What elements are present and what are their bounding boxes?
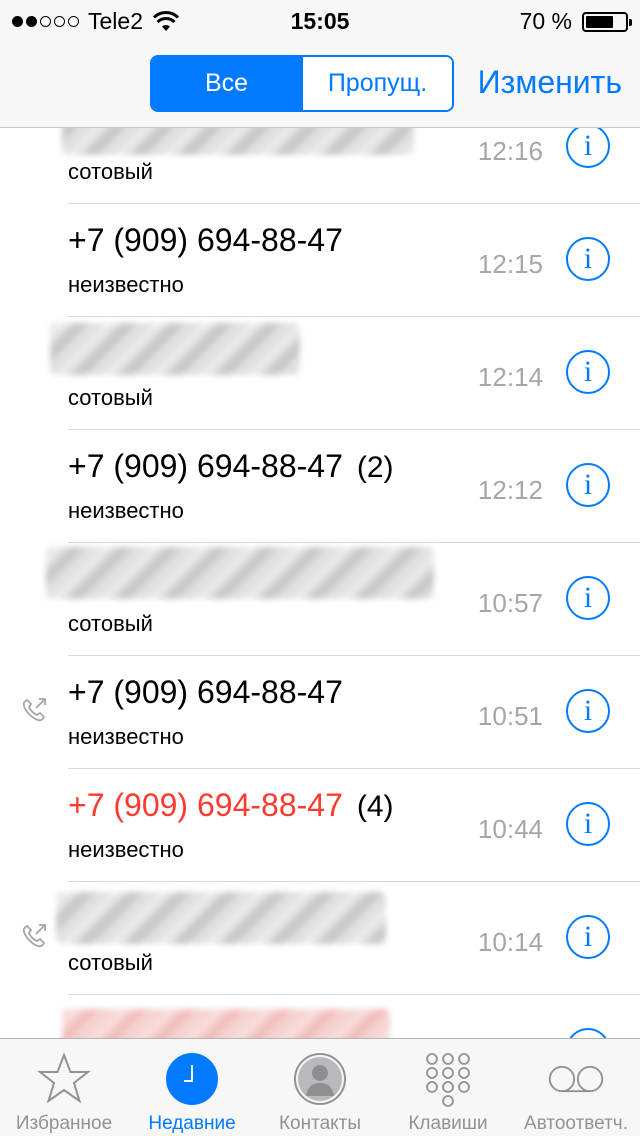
info-icon: i — [583, 581, 593, 614]
info-button[interactable]: i — [566, 237, 610, 281]
info-icon: i — [583, 807, 593, 840]
info-icon: i — [583, 355, 593, 388]
call-time: 10:44 — [477, 814, 543, 844]
edit-button[interactable]: Изменить — [478, 64, 622, 101]
calls-filter-segmented-control: Все Пропущ. — [150, 55, 454, 112]
tab-label: Избранное — [15, 1113, 113, 1134]
outgoing-call-icon — [22, 698, 46, 722]
tab-favorites[interactable]: Избранное — [0, 1039, 128, 1136]
star-icon — [34, 1049, 94, 1109]
call-type: неизвестно — [68, 724, 184, 749]
info-button[interactable]: i — [566, 915, 610, 959]
info-icon: i — [583, 694, 593, 727]
nav-bar: Все Пропущ. Изменить — [0, 40, 640, 128]
battery-percent: 70 % — [519, 8, 572, 34]
tab-voicemail[interactable]: Автоответч. — [512, 1039, 640, 1136]
battery-fill — [586, 15, 613, 28]
call-type: сотовый — [68, 159, 153, 184]
call-row[interactable]: сотовый 10:14 i — [0, 882, 640, 995]
call-name: +7 (909) 694-88-47 (4) — [68, 787, 394, 824]
info-icon: i — [583, 468, 593, 501]
tab-bar: Избранное Недавние Контакты Клавиши Авто… — [0, 1038, 640, 1136]
info-button[interactable]: i — [566, 1028, 610, 1038]
info-button[interactable]: i — [566, 350, 610, 394]
keypad-icon — [418, 1049, 478, 1109]
segment-missed[interactable]: Пропущ. — [301, 57, 452, 110]
caller-number: +7 (909) 694-88-47 — [68, 222, 343, 258]
call-row[interactable]: сотовый 10:57 i — [0, 543, 640, 656]
recents-list[interactable]: сотовый 12:16 i +7 (909) 694-88-47 неизв… — [0, 128, 640, 1038]
call-time: 10:51 — [477, 701, 543, 731]
call-name: +7 (909) 694-88-47 — [68, 222, 343, 259]
tab-label: Автоответч. — [524, 1113, 628, 1134]
call-row[interactable]: сотовый 12:16 i — [0, 128, 640, 204]
caller-number: +7 (909) 694-88-47 — [68, 674, 343, 710]
tab-recents[interactable]: Недавние — [128, 1039, 256, 1136]
tab-label: Недавние — [148, 1113, 236, 1134]
outgoing-call-icon — [22, 924, 46, 948]
call-type: сотовый — [68, 611, 153, 636]
call-row[interactable]: i — [0, 995, 640, 1038]
battery-icon — [582, 11, 632, 32]
call-time: 12:16 — [477, 136, 543, 166]
call-type: неизвестно — [68, 837, 184, 862]
call-count: (2) — [356, 451, 394, 484]
info-button[interactable]: i — [566, 463, 610, 507]
call-row[interactable]: +7 (909) 694-88-47 неизвестно 10:51 i — [0, 656, 640, 769]
tab-label: Контакты — [278, 1113, 362, 1134]
call-type: сотовый — [68, 950, 153, 975]
call-name: +7 (909) 694-88-47 (2) — [68, 448, 394, 485]
caller-number: +7 (909) 694-88-47 — [68, 787, 343, 823]
tab-contacts[interactable]: Контакты — [256, 1039, 384, 1136]
call-type: неизвестно — [68, 498, 184, 523]
call-type: неизвестно — [68, 272, 184, 297]
call-time: 10:14 — [477, 927, 543, 957]
clock-icon — [162, 1049, 222, 1109]
redacted-name — [56, 892, 386, 944]
call-time: 12:14 — [477, 362, 543, 392]
redacted-name — [62, 1009, 390, 1038]
voicemail-icon — [546, 1049, 606, 1109]
info-icon: i — [583, 129, 593, 162]
redacted-name — [46, 547, 434, 599]
call-row[interactable]: +7 (909) 694-88-47 неизвестно 12:15 i — [0, 204, 640, 317]
call-time: 12:15 — [477, 249, 543, 279]
info-button[interactable]: i — [566, 576, 610, 620]
caller-number: +7 (909) 694-88-47 — [68, 448, 343, 484]
contact-icon — [290, 1049, 350, 1109]
call-name: +7 (909) 694-88-47 — [68, 674, 343, 711]
call-time: 12:12 — [477, 475, 543, 505]
call-time: 10:57 — [477, 588, 543, 618]
call-row[interactable]: +7 (909) 694-88-47 (4) неизвестно 10:44 i — [0, 769, 640, 882]
tab-keypad[interactable]: Клавиши — [384, 1039, 512, 1136]
info-button[interactable]: i — [566, 802, 610, 846]
segment-all[interactable]: Все — [152, 57, 301, 110]
tab-label: Клавиши — [408, 1113, 488, 1134]
call-row[interactable]: сотовый 12:14 i — [0, 317, 640, 430]
info-icon: i — [583, 920, 593, 953]
status-bar: Tele2 15:05 70 % — [0, 0, 640, 40]
redacted-name — [62, 128, 414, 155]
battery-nub — [629, 18, 632, 26]
info-button[interactable]: i — [566, 689, 610, 733]
info-icon: i — [583, 242, 593, 275]
call-type: сотовый — [68, 385, 153, 410]
redacted-name — [50, 323, 300, 375]
info-button[interactable]: i — [566, 128, 610, 168]
call-row[interactable]: +7 (909) 694-88-47 (2) неизвестно 12:12 i — [0, 430, 640, 543]
call-count: (4) — [356, 790, 394, 823]
battery-status: 70 % — [519, 8, 632, 35]
